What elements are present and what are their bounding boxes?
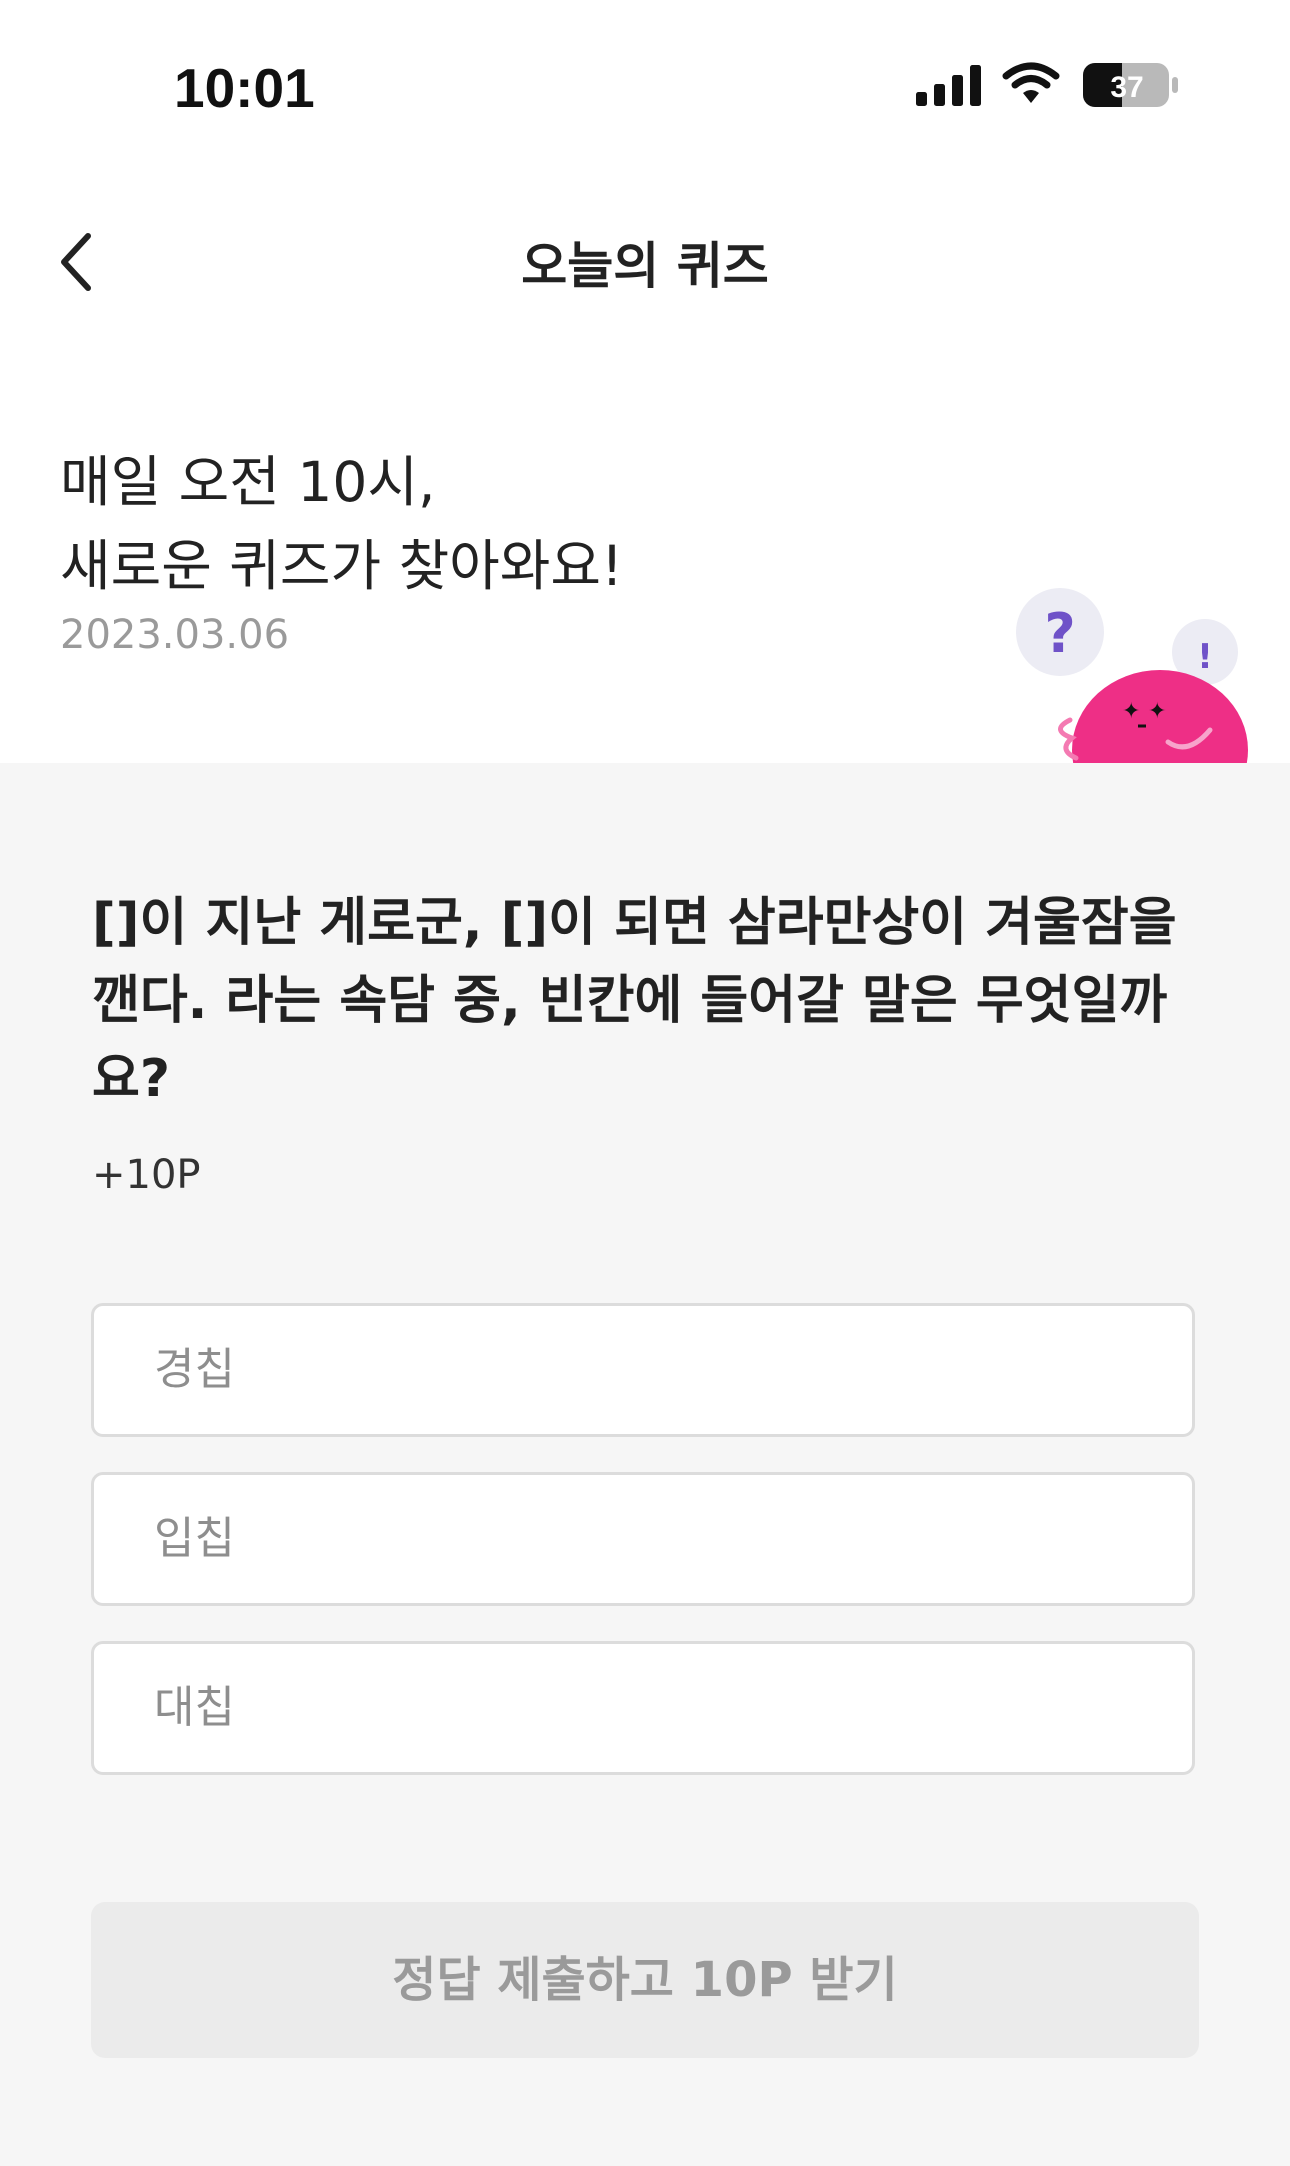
answer-option-label: 입칩 [154, 1513, 235, 1564]
headline-line-2: 새로운 퀴즈가 찾아와요! [60, 534, 624, 598]
answer-option-label: 경칩 [154, 1344, 235, 1395]
wifi-icon [1002, 62, 1060, 103]
answer-option-3[interactable]: 대칩 [91, 1641, 1195, 1775]
answer-option-label: 대칩 [154, 1682, 235, 1733]
daily-quiz-headline: 매일 오전 10시, 새로운 퀴즈가 찾아와요! [60, 440, 623, 608]
reward-points: +10P [92, 1152, 201, 1198]
status-bar-time: 10:01 [174, 57, 315, 119]
headline-line-1: 매일 오전 10시, [60, 450, 436, 514]
cellular-signal-icon [916, 65, 981, 106]
svg-text:✦: ✦ [1122, 699, 1140, 724]
answer-option-2[interactable]: 입칩 [91, 1472, 1195, 1606]
svg-text:!: ! [1197, 637, 1213, 677]
svg-text:?: ? [1044, 602, 1075, 665]
battery-icon: 37 [1083, 63, 1178, 107]
battery-percentage: 37 [1110, 71, 1143, 104]
quiz-date: 2023.03.06 [60, 612, 290, 658]
header-section: 10:01 37 오늘의 퀴즈 매일 오전 10시, 새로운 퀴즈가 찾아와요!… [0, 0, 1290, 763]
page-title: 오늘의 퀴즈 [521, 237, 769, 295]
question-line-1: []이 지난 게로군, []이 되면 삼라만상이 겨울잠을 [92, 893, 1177, 953]
question-line-3: 요? [92, 1049, 171, 1109]
quiz-question: []이 지난 게로군, []이 되면 삼라만상이 겨울잠을 깬다. 라는 속담 … [92, 884, 1202, 1118]
question-line-2: 깬다. 라는 속담 중, 빈칸에 들어갈 말은 무엇일까 [92, 971, 1168, 1031]
svg-text:✦: ✦ [1148, 699, 1166, 724]
submit-answer-button[interactable]: 정답 제출하고 10P 받기 [91, 1902, 1199, 2058]
answer-option-1[interactable]: 경칩 [91, 1303, 1195, 1437]
quiz-mascot-icon: ? ! ✦ ✦ [1016, 588, 1248, 763]
